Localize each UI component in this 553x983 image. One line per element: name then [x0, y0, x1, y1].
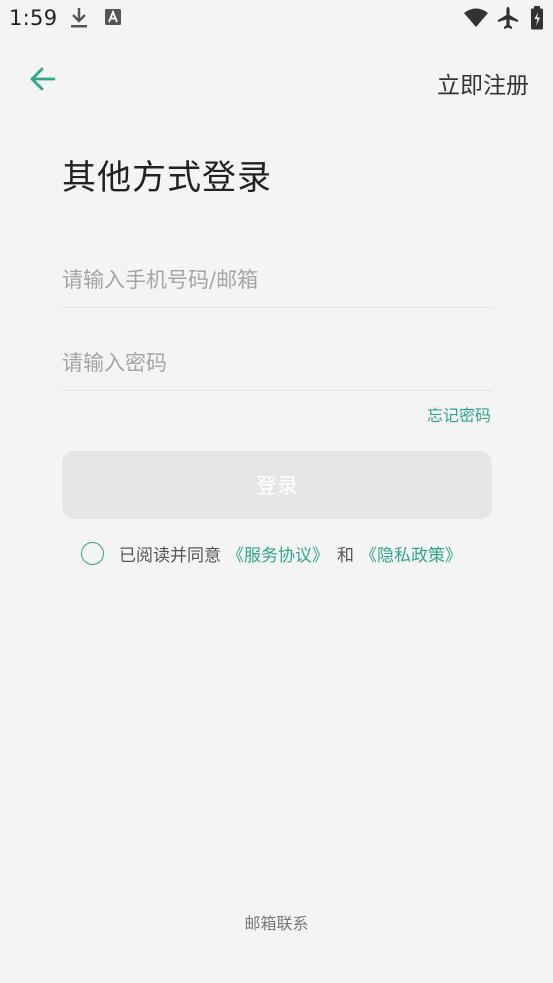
agreement-row: 已阅读并同意 《服务协议》 和 《隐私政策》: [81, 540, 462, 566]
password-field: [62, 335, 492, 391]
airplane-icon: [498, 7, 518, 29]
battery-icon: [531, 6, 543, 30]
agreement-prefix: 已阅读并同意: [119, 545, 221, 566]
agreement-and: 和: [337, 545, 354, 566]
a-badge-icon: [105, 9, 121, 25]
account-input[interactable]: [62, 252, 492, 307]
password-input[interactable]: [62, 335, 492, 390]
forgot-password-link[interactable]: 忘记密码: [427, 402, 491, 426]
wifi-icon: [464, 8, 488, 27]
download-icon: [71, 8, 87, 28]
back-button[interactable]: [26, 62, 60, 96]
register-link[interactable]: 立即注册: [437, 66, 529, 100]
status-time: 1:59: [9, 6, 58, 30]
status-bar: 1:59: [0, 0, 553, 38]
page-title: 其他方式登录: [62, 158, 272, 198]
login-button[interactable]: 登录: [62, 451, 492, 519]
agreement-radio[interactable]: [81, 541, 104, 565]
service-agreement-link[interactable]: 《服务协议》: [227, 541, 329, 566]
privacy-policy-link[interactable]: 《隐私政策》: [360, 541, 462, 566]
account-field: [62, 252, 492, 308]
email-contact-link[interactable]: 邮箱联系: [0, 910, 553, 934]
arrow-left-icon: [30, 67, 56, 91]
